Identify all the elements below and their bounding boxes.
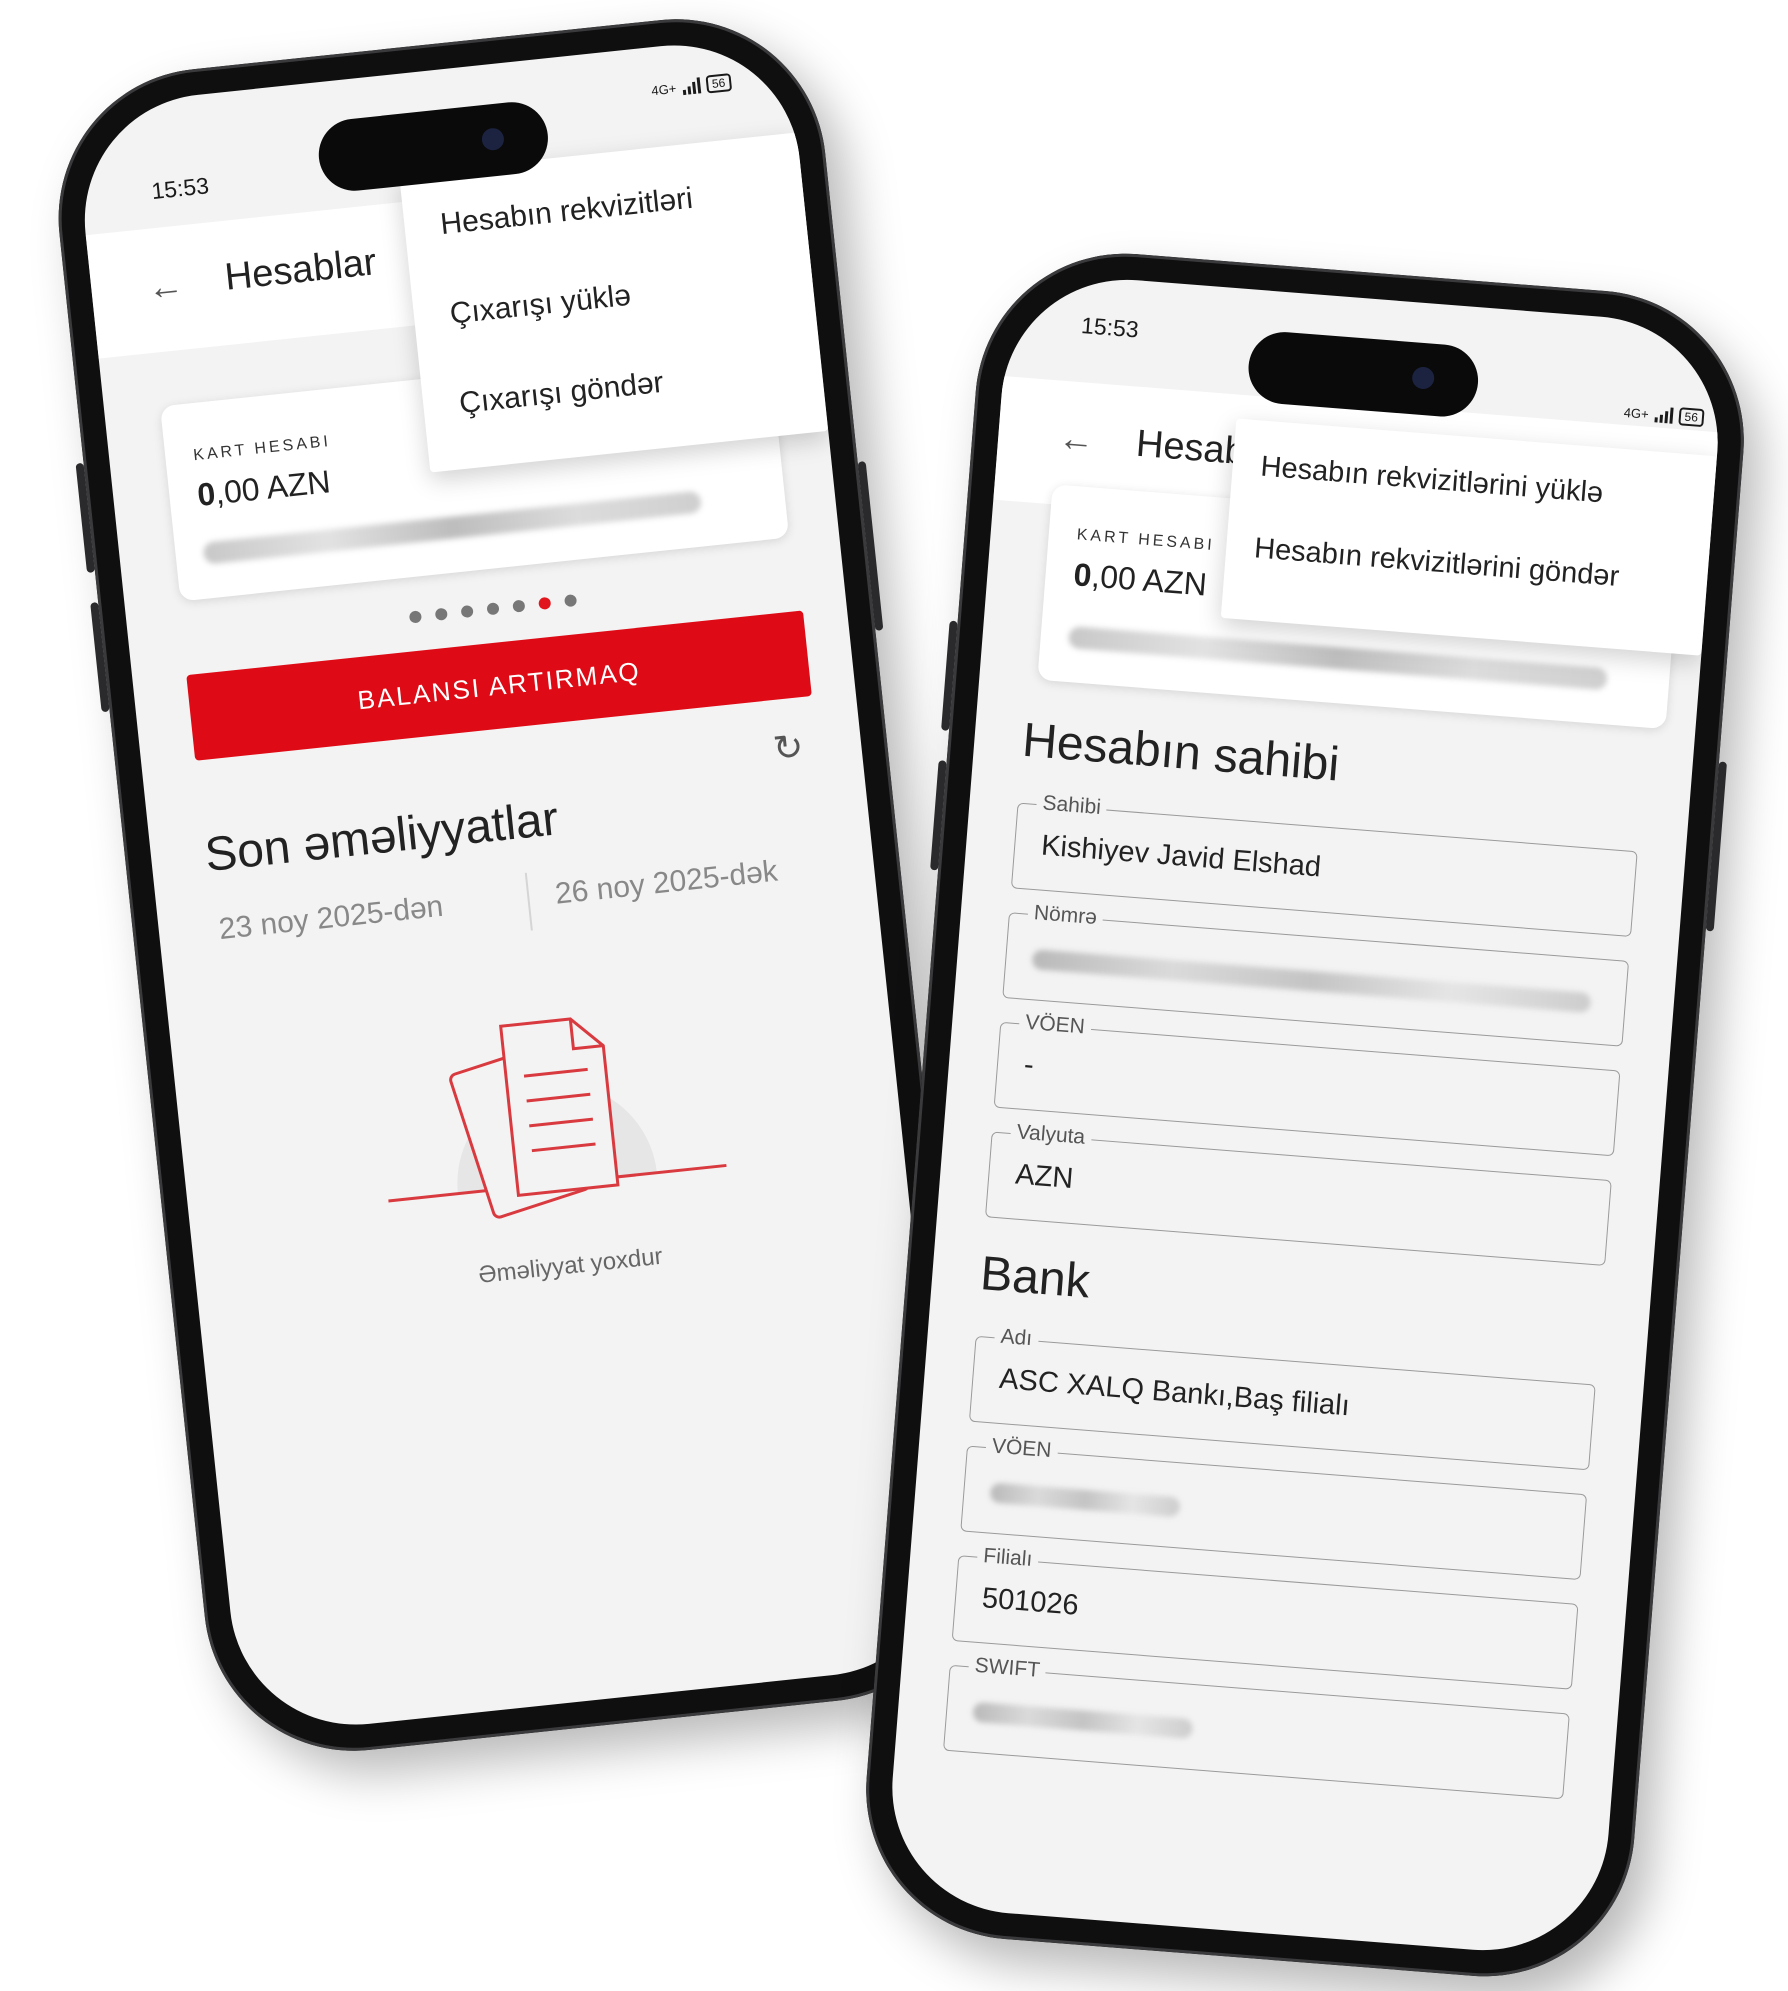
masked-swift bbox=[972, 1701, 1194, 1740]
owner-section-title: Hesabın sahibi bbox=[1020, 713, 1342, 792]
menu-item-account-details[interactable]: Hesabın rekvizitləri bbox=[439, 182, 695, 242]
recent-transactions-title: Son əməliyyatlar bbox=[202, 792, 561, 883]
volume-down-button bbox=[930, 760, 947, 871]
card-type-label: KART HESABI bbox=[1076, 526, 1216, 555]
signal-icon bbox=[1654, 406, 1674, 424]
account-number-field: Nömrə bbox=[1002, 900, 1630, 1047]
back-arrow-icon[interactable]: ← bbox=[145, 263, 185, 309]
bank-name-field: Adı ASC XALQ Bankı,Baş filialı bbox=[968, 1324, 1596, 1471]
page-title: Hesablar bbox=[222, 241, 379, 299]
card-balance: 0,00 AZN bbox=[1072, 556, 1209, 603]
right-screen: 15:53 4G+ 56 ← Hesab Hesabın rekvizitlər… bbox=[882, 270, 1728, 1960]
pager-dot[interactable] bbox=[512, 599, 526, 613]
volume-down-button bbox=[90, 602, 110, 713]
card-pager bbox=[408, 594, 578, 624]
account-number-label: Nömrə bbox=[1027, 900, 1104, 931]
battery-icon: 56 bbox=[1677, 407, 1705, 428]
signal-icon bbox=[681, 77, 701, 96]
page-title: Hesab bbox=[1134, 422, 1248, 474]
bank-name-value: ASC XALQ Bankı,Baş filialı bbox=[998, 1362, 1351, 1423]
currency-value: AZN bbox=[1014, 1158, 1075, 1195]
menu-item-download-statement[interactable]: Çıxarışı yüklə bbox=[448, 279, 632, 332]
pager-dot-active[interactable] bbox=[538, 596, 552, 610]
menu-item-send-statement[interactable]: Çıxarışı göndər bbox=[458, 366, 666, 421]
left-phone: 15:53 4G+ 56 ← Hesablar Hesabın rekvizit… bbox=[43, 4, 987, 1766]
owner-tax-id-value: - bbox=[1022, 1048, 1035, 1082]
owner-name-value: Kishiyev Javid Elshad bbox=[1040, 829, 1323, 884]
date-divider bbox=[524, 872, 533, 931]
card-balance: 0,00 AZN bbox=[195, 463, 333, 513]
date-to[interactable]: 26 noy 2025-dək bbox=[553, 855, 779, 912]
menu-item-download-details[interactable]: Hesabın rekvizitlərini yüklə bbox=[1259, 451, 1604, 511]
owner-name-label: Sahibi bbox=[1035, 791, 1108, 821]
pager-dot[interactable] bbox=[563, 594, 578, 608]
owner-name-field: Sahibi Kishiyev Javid Elshad bbox=[1010, 791, 1638, 938]
menu-item-send-details[interactable]: Hesabın rekvizitlərini göndər bbox=[1253, 532, 1620, 594]
empty-state-text: Əməliyyat yoxdur bbox=[477, 1242, 664, 1289]
pager-dot[interactable] bbox=[434, 607, 448, 621]
bank-tax-id-label: VÖEN bbox=[985, 1434, 1059, 1464]
empty-documents-icon bbox=[388, 1017, 727, 1219]
masked-account-number bbox=[1031, 949, 1592, 1014]
overflow-menu: Hesabın rekvizitlərini yüklə Hesabın rek… bbox=[1220, 418, 1717, 656]
branch-value: 501026 bbox=[980, 1582, 1080, 1622]
refresh-icon[interactable]: ↻ bbox=[771, 725, 805, 770]
owner-tax-id-label: VÖEN bbox=[1018, 1010, 1092, 1040]
overflow-menu: Hesabın rekvizitləri Çıxarışı yüklə Çıxa… bbox=[399, 132, 829, 473]
bank-name-label: Adı bbox=[993, 1324, 1040, 1352]
swift-label: SWIFT bbox=[967, 1653, 1047, 1684]
status-time: 15:53 bbox=[1080, 312, 1140, 343]
topup-balance-button[interactable]: BALANSI ARTIRMAQ bbox=[186, 610, 812, 761]
status-indicators: 4G+ 56 bbox=[1623, 403, 1705, 428]
pager-dot[interactable] bbox=[460, 604, 474, 619]
network-label: 4G+ bbox=[1623, 404, 1650, 422]
power-button bbox=[857, 461, 884, 631]
branch-label: Filialı bbox=[976, 1543, 1040, 1573]
left-screen: 15:53 4G+ 56 ← Hesablar Hesabın rekvizit… bbox=[72, 32, 958, 1738]
status-indicators: 4G+ 56 bbox=[650, 73, 733, 99]
card-type-label: KART HESABI bbox=[192, 432, 332, 465]
bank-section-title: Bank bbox=[978, 1247, 1092, 1309]
currency-field: Valyuta AZN bbox=[984, 1120, 1612, 1267]
pager-dot[interactable] bbox=[408, 610, 423, 624]
swift-field: SWIFT bbox=[943, 1653, 1570, 1800]
currency-label: Valyuta bbox=[1009, 1120, 1092, 1151]
network-label: 4G+ bbox=[650, 80, 677, 98]
masked-bank-tax-id bbox=[989, 1482, 1181, 1518]
right-phone: 15:53 4G+ 56 ← Hesab Hesabın rekvizitlər… bbox=[854, 242, 1756, 1988]
back-arrow-icon[interactable]: ← bbox=[1057, 417, 1096, 462]
volume-up-button bbox=[75, 462, 96, 574]
date-from[interactable]: 23 noy 2025-dən bbox=[217, 890, 445, 947]
pager-dot[interactable] bbox=[486, 602, 500, 616]
power-button bbox=[1705, 761, 1727, 932]
battery-icon: 56 bbox=[705, 73, 733, 94]
status-time: 15:53 bbox=[150, 172, 211, 205]
volume-up-button bbox=[941, 620, 958, 731]
bank-tax-id-field: VÖEN bbox=[960, 1434, 1588, 1581]
